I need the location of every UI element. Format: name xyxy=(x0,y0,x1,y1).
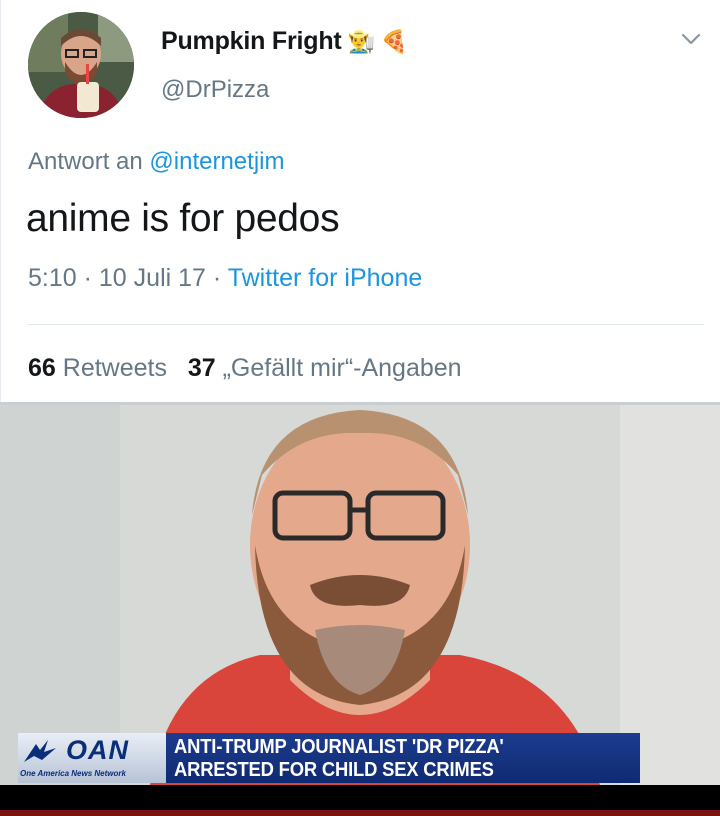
reply-context: Antwort an @internetjim xyxy=(28,148,284,176)
pizza-emoji-icon: 🍕 xyxy=(380,28,408,54)
retweet-stat[interactable]: 66 Retweets xyxy=(28,354,167,382)
like-label: „Gefällt mir“-Angaben xyxy=(222,354,462,382)
eagle-icon xyxy=(24,740,56,762)
retweet-count: 66 xyxy=(28,354,56,382)
chevron-down-icon[interactable] xyxy=(680,30,702,48)
reply-mention-link[interactable]: @internetjim xyxy=(149,148,284,175)
avatar-image xyxy=(28,12,134,118)
oan-logo-box: OAN One America News Network xyxy=(18,733,166,783)
like-count: 37 xyxy=(187,354,216,382)
display-name[interactable]: Pumpkin Fright 👨‍🌾 🍕 xyxy=(161,27,408,56)
avatar[interactable] xyxy=(28,12,134,118)
tweet-time[interactable]: 5:10 xyxy=(28,264,77,292)
farmer-emoji-icon: 👨‍🌾 xyxy=(347,28,375,54)
tweet-metadata: 5:10 · 10 Juli 17 · Twitter for iPhone xyxy=(28,264,422,293)
retweet-label: Retweets xyxy=(62,354,167,382)
tweet-date[interactable]: 10 Juli 17 xyxy=(99,264,206,292)
news-lower-third: OAN One America News Network ANTI-TRUMP … xyxy=(18,733,640,783)
headline-banner: ANTI-TRUMP JOURNALIST 'DR PIZZA' ARRESTE… xyxy=(166,733,640,783)
divider xyxy=(28,324,704,325)
ticker-bar xyxy=(0,785,720,810)
oan-logo: OAN xyxy=(66,735,129,765)
display-name-text: Pumpkin Fright xyxy=(161,27,342,55)
news-photo xyxy=(0,405,720,785)
reply-prefix: Antwort an xyxy=(28,148,143,175)
tweet-text: anime is for pedos xyxy=(26,197,340,240)
like-stat[interactable]: 37 „Gefällt mir“-Angaben xyxy=(188,354,462,382)
tweet-card: Pumpkin Fright 👨‍🌾 🍕 @DrPizza Antwort an… xyxy=(0,0,720,404)
user-handle[interactable]: @DrPizza xyxy=(161,76,269,104)
meta-separator: · xyxy=(212,264,222,292)
meta-separator: · xyxy=(83,264,92,292)
ticker-accent xyxy=(0,810,720,816)
tweet-stats: 66 Retweets 37 „Gefällt mir“-Angaben xyxy=(28,354,462,383)
mugshot-image xyxy=(0,405,720,785)
tweet-source-link[interactable]: Twitter for iPhone xyxy=(228,264,423,292)
network-name: One America News Network xyxy=(20,769,126,778)
headline-line-1: ANTI-TRUMP JOURNALIST 'DR PIZZA' xyxy=(174,736,504,758)
headline-line-2: ARRESTED FOR CHILD SEX CRIMES xyxy=(174,759,494,781)
